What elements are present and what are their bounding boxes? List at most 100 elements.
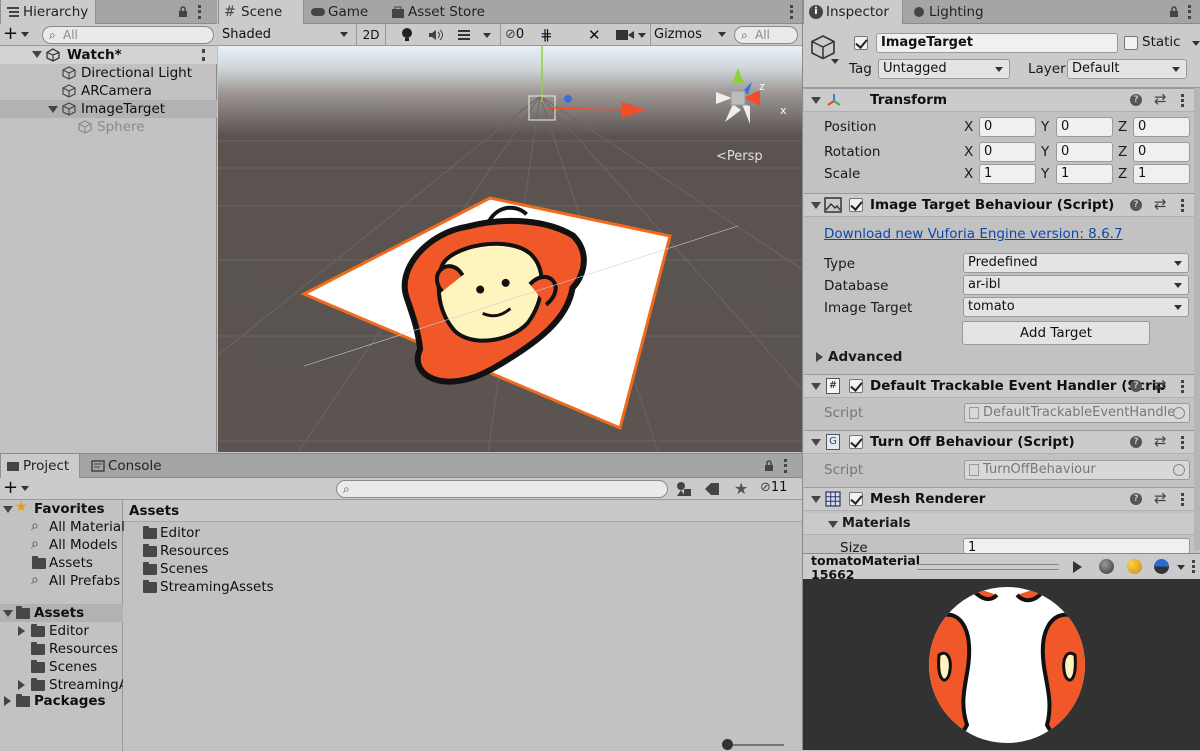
transform-z-field[interactable]: 0 <box>1133 142 1190 162</box>
transform-y-field[interactable]: 0 <box>1056 142 1113 162</box>
toggle-2d-button[interactable]: 2D <box>356 24 386 46</box>
asset-tree-folder[interactable]: Scenes <box>0 658 123 676</box>
tab-game[interactable]: Game <box>306 0 386 24</box>
tab-asset-store[interactable]: Asset Store <box>386 0 506 24</box>
transform-x-field[interactable]: 0 <box>979 142 1036 162</box>
tab-project[interactable]: Project <box>0 454 80 478</box>
gizmo-x-axis[interactable] <box>547 107 627 111</box>
axis-x-label[interactable]: X <box>964 166 973 182</box>
audio-icon[interactable] <box>428 28 444 42</box>
static-checkbox[interactable] <box>1124 36 1138 50</box>
tools-icon[interactable]: ✕ <box>588 24 608 46</box>
help-icon[interactable]: ? <box>1130 380 1142 392</box>
fold-arrow-icon[interactable] <box>811 496 821 503</box>
favorite-item[interactable]: Assets <box>0 554 123 572</box>
collapse-arrow-icon[interactable] <box>4 696 11 706</box>
sphere-mesh-icon[interactable] <box>1099 559 1114 574</box>
hidden-packages-toggle[interactable]: ⊘11 <box>760 480 787 495</box>
favorites-row[interactable]: ★ Favorites <box>0 499 123 518</box>
materials-foldout[interactable]: Materials <box>804 513 1194 535</box>
axis-z-label[interactable]: Z <box>1118 166 1127 182</box>
fold-arrow-icon[interactable] <box>828 521 838 528</box>
advanced-label[interactable]: Advanced <box>828 349 902 365</box>
lock-icon[interactable] <box>764 460 774 472</box>
axis-y-label[interactable]: Y <box>1041 119 1049 135</box>
effects-icon[interactable] <box>456 27 472 43</box>
download-vuforia-link[interactable]: Download new Vuforia Engine version: 8.6… <box>824 226 1123 242</box>
tab-hierarchy[interactable]: Hierarchy <box>0 0 96 24</box>
help-icon[interactable]: ? <box>1130 199 1142 211</box>
axis-x-label[interactable]: X <box>964 119 973 135</box>
preview-menu-icon[interactable] <box>1192 560 1195 573</box>
image-target-header[interactable]: Image Target Behaviour (Script) ? ⇄ <box>804 193 1194 217</box>
expand-arrow-icon[interactable] <box>48 106 58 113</box>
scene-search-input[interactable]: ⌕ All <box>734 26 798 44</box>
static-dropdown-arrow-icon[interactable] <box>1192 41 1200 46</box>
play-preview-icon[interactable] <box>1073 561 1082 573</box>
camera-icon[interactable] <box>616 29 634 41</box>
scene-menu-icon[interactable] <box>202 49 205 61</box>
collapse-arrow-icon[interactable] <box>18 680 25 690</box>
active-checkbox[interactable] <box>854 36 868 50</box>
axis-z-label[interactable]: Z <box>1118 119 1127 135</box>
lock-icon[interactable] <box>178 6 188 18</box>
hierarchy-item[interactable]: Sphere <box>0 118 217 136</box>
hierarchy-item[interactable]: Directional Light <box>0 64 217 82</box>
zoom-slider-thumb[interactable] <box>722 739 733 750</box>
transform-y-field[interactable]: 1 <box>1056 164 1113 184</box>
fold-arrow-icon[interactable] <box>811 202 821 209</box>
asset-folder-item[interactable]: Resources <box>124 542 424 560</box>
preset-icon[interactable]: ⇄ <box>1154 90 1167 108</box>
scene-menu-icon[interactable] <box>790 5 793 19</box>
dropdown-arrow-icon[interactable] <box>831 59 839 64</box>
panel-menu-icon[interactable] <box>1188 5 1191 19</box>
gizmos-dropdown[interactable]: Gizmos <box>650 24 728 46</box>
trackable-handler-header[interactable]: # Default Trackable Event Handler (Scrip… <box>804 374 1194 398</box>
mesh-renderer-enabled-checkbox[interactable] <box>849 492 863 506</box>
advanced-expand-icon[interactable] <box>816 352 823 362</box>
size-field[interactable]: 1 <box>963 538 1190 554</box>
component-menu-icon[interactable] <box>1181 436 1184 449</box>
tab-console[interactable]: Console <box>86 454 168 478</box>
tab-lighting[interactable]: Lighting <box>907 0 1003 24</box>
turnoff-enabled-checkbox[interactable] <box>849 435 863 449</box>
scene-viewport[interactable]: z x <Persp <box>218 46 802 452</box>
collapse-arrow-icon[interactable] <box>18 626 25 636</box>
axis-x-label[interactable]: X <box>964 144 973 160</box>
hierarchy-search-input[interactable]: ⌕ All <box>42 26 214 44</box>
asset-folder-item[interactable]: Scenes <box>124 560 424 578</box>
preview-settings-icon[interactable] <box>1154 559 1169 574</box>
turnoff-header[interactable]: G Turn Off Behaviour (Script) ? ⇄ <box>804 430 1194 454</box>
component-menu-icon[interactable] <box>1181 94 1184 107</box>
inspector-scrollbar[interactable] <box>1194 88 1200 550</box>
transform-z-field[interactable]: 0 <box>1133 117 1190 137</box>
expand-arrow-icon[interactable] <box>32 51 42 58</box>
assets-root-row[interactable]: Assets <box>0 604 123 622</box>
help-icon[interactable]: ? <box>1130 436 1142 448</box>
help-icon[interactable]: ? <box>1130 493 1142 505</box>
dropdown-arrow-icon[interactable] <box>21 486 29 491</box>
mesh-renderer-header[interactable]: Mesh Renderer ? ⇄ <box>804 487 1194 511</box>
gizmo-z-handle[interactable] <box>564 95 572 103</box>
transform-header[interactable]: Transform ? ⇄ <box>804 88 1194 112</box>
fold-arrow-icon[interactable] <box>811 97 821 104</box>
scene-root-row[interactable]: Watch* <box>0 46 217 64</box>
hierarchy-item[interactable]: ARCamera <box>0 82 217 100</box>
lock-icon[interactable] <box>1169 6 1179 18</box>
panel-menu-icon[interactable] <box>198 5 201 19</box>
image-target-dropdown[interactable]: tomato <box>963 297 1189 317</box>
axis-z-label[interactable]: Z <box>1118 144 1127 160</box>
preview-drag-handle[interactable] <box>917 564 1059 570</box>
asset-folder-item[interactable]: Editor <box>124 524 424 542</box>
object-name-field[interactable]: ImageTarget <box>876 33 1118 53</box>
gameobject-cube-icon[interactable] <box>810 34 836 60</box>
shading-mode-dropdown[interactable]: Shaded <box>222 24 350 46</box>
axis-y-label[interactable]: Y <box>1041 166 1049 182</box>
hidden-objects-toggle[interactable]: ⊘0 <box>500 24 536 46</box>
preset-icon[interactable]: ⇄ <box>1154 432 1167 450</box>
database-dropdown[interactable]: ar-ibl <box>963 275 1189 295</box>
favorite-item[interactable]: ⌕ All Materials <box>0 518 132 536</box>
component-menu-icon[interactable] <box>1181 493 1184 506</box>
static-label[interactable]: Static <box>1142 34 1181 50</box>
fold-arrow-icon[interactable] <box>811 383 821 390</box>
